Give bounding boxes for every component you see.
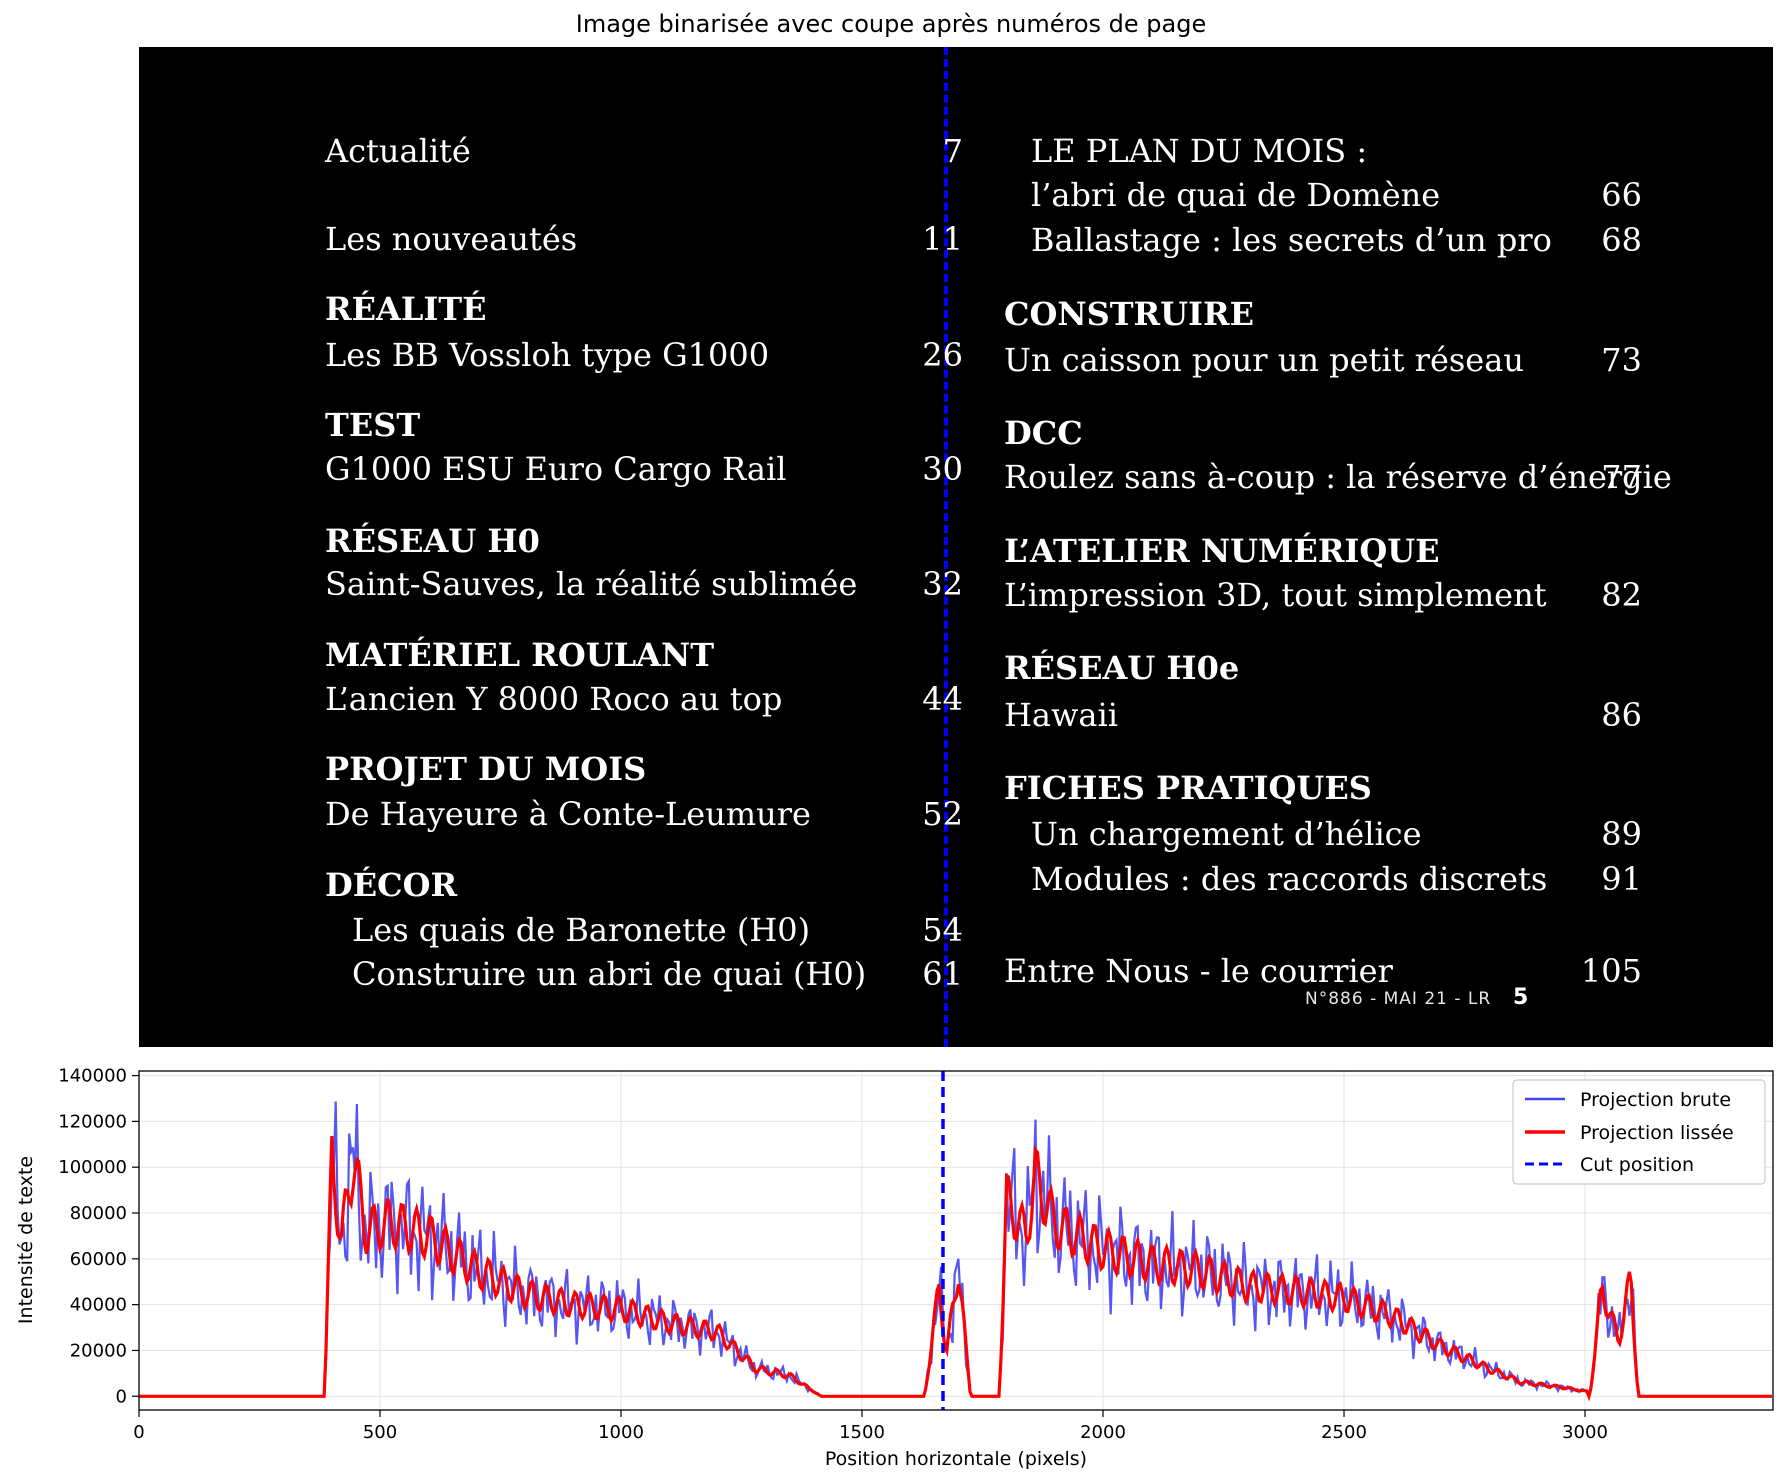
- toc-section-heading: TEST: [325, 406, 421, 444]
- footer-page-number: 5: [1513, 985, 1529, 1010]
- toc-entry-title: Modules : des raccords discrets: [1031, 860, 1548, 898]
- toc-page-number: 66: [1601, 176, 1642, 214]
- toc-page-number: 61: [922, 955, 963, 993]
- toc-section-heading: PROJET DU MOIS: [325, 750, 647, 788]
- legend: Projection brute Projection lissée Cut p…: [1512, 1079, 1766, 1185]
- cut-line-on-image: [944, 47, 948, 1047]
- y-tick-label: 80000: [70, 1203, 127, 1224]
- toc-page-number: 105: [1580, 952, 1642, 990]
- toc-page-number: 54: [922, 911, 963, 949]
- y-tick-label: 20000: [70, 1340, 127, 1361]
- toc-section-heading: CONSTRUIRE: [1004, 295, 1254, 333]
- toc-section-heading: MATÉRIEL ROULANT: [325, 636, 715, 674]
- toc-entry-title: Les quais de Baronette (H0): [352, 911, 811, 949]
- legend-smooth-label: Projection lissée: [1580, 1122, 1734, 1144]
- footer-issue-text: N°886 - MAI 21 - LR: [1305, 989, 1492, 1009]
- y-tick-label: 100000: [58, 1157, 127, 1178]
- data-lines: [139, 1071, 1772, 1410]
- series-projection-lissee: [139, 1136, 1772, 1402]
- toc-entry-title: Les BB Vossloh type G1000: [325, 336, 770, 374]
- toc-page-number: 89: [1601, 815, 1642, 853]
- axis-ticks: 0 500 1000 1500 2000 2500 3000 0 20000 40000 60000…: [58, 1066, 1608, 1443]
- x-tick-label: 2000: [1080, 1422, 1126, 1443]
- toc-page-number: 86: [1601, 696, 1642, 734]
- y-tick-label: 40000: [70, 1295, 127, 1316]
- toc-entry-title: LE PLAN DU MOIS :: [1031, 132, 1368, 170]
- legend-cut-label: Cut position: [1580, 1154, 1694, 1176]
- toc-entry-title: l’abri de quai de Domène: [1031, 176, 1441, 214]
- toc-entry-title: Entre Nous - le courrier: [1004, 952, 1393, 990]
- toc-entry-title: Un chargement d’hélice: [1031, 815, 1422, 853]
- toc-page-number: 7: [942, 132, 963, 170]
- toc-section-heading: RÉALITÉ: [325, 290, 487, 328]
- toc-entry-title: Ballastage : les secrets d’un pro: [1031, 221, 1552, 259]
- x-tick-label: 3000: [1562, 1422, 1608, 1443]
- toc-section-heading: DCC: [1004, 414, 1083, 452]
- legend-raw-label: Projection brute: [1580, 1089, 1731, 1111]
- toc-entry-title: Actualité: [325, 132, 471, 170]
- binarized-image: N°886 - MAI 21 - LR 5 Actualité 7 Les nouv…: [139, 47, 1773, 1047]
- y-axis-label: Intensité de texte: [15, 1156, 37, 1324]
- x-tick-label: 1000: [598, 1422, 644, 1443]
- y-tick-label: 140000: [58, 1066, 127, 1087]
- toc-entry-title: Saint-Sauves, la réalité sublimée: [325, 565, 858, 603]
- x-tick-label: 2500: [1321, 1422, 1367, 1443]
- toc-page-number: 11: [922, 220, 963, 258]
- toc-page-number: 52: [922, 795, 963, 833]
- x-tick-label: 0: [133, 1422, 144, 1443]
- toc-entry-title: Hawaii: [1004, 696, 1118, 734]
- figure-title: Image binarisée avec coupe après numéros…: [575, 10, 1207, 38]
- toc-page-number: 30: [922, 450, 963, 488]
- y-tick-label: 120000: [58, 1111, 127, 1132]
- toc-page-number: 68: [1601, 221, 1642, 259]
- toc-section-heading: DÉCOR: [325, 866, 458, 904]
- plot-frame: [138, 1070, 1774, 1411]
- toc-page-number: 91: [1601, 860, 1642, 898]
- toc-entry-title: Construire un abri de quai (H0): [352, 955, 867, 993]
- y-tick-label: 60000: [70, 1249, 127, 1270]
- toc-page-number: 26: [922, 336, 963, 374]
- toc-section-heading: FICHES PRATIQUES: [1004, 769, 1372, 807]
- toc-entry-title: De Hayeure à Conte-Leumure: [325, 795, 811, 833]
- x-tick-label: 500: [363, 1422, 397, 1443]
- y-tick-label: 0: [116, 1386, 127, 1407]
- toc-page-number: 73: [1601, 341, 1642, 379]
- toc-page-number: 32: [922, 565, 963, 603]
- toc-entry-title: L’impression 3D, tout simplement: [1004, 576, 1547, 614]
- x-tick-label: 1500: [839, 1422, 885, 1443]
- toc-section-heading: RÉSEAU H0e: [1004, 649, 1240, 687]
- legend-box: [1512, 1079, 1766, 1185]
- toc-section-heading: L’ATELIER NUMÉRIQUE: [1004, 532, 1440, 570]
- toc-section-heading: RÉSEAU H0: [325, 522, 540, 560]
- toc-page-number: 44: [922, 680, 963, 718]
- toc-entry-title: Un caisson pour un petit réseau: [1004, 341, 1524, 379]
- toc-entry-title: Les nouveautés: [325, 220, 578, 258]
- toc-entry-title: L’ancien Y 8000 Roco au top: [325, 680, 783, 718]
- toc-page-number: 77: [1601, 458, 1642, 496]
- toc-page-number: 82: [1601, 576, 1642, 614]
- grid: [138, 1071, 1773, 1410]
- series-projection-brute: [139, 1101, 1772, 1400]
- toc-entry-title: G1000 ESU Euro Cargo Rail: [325, 450, 787, 488]
- x-axis-label: Position horizontale (pixels): [825, 1448, 1087, 1470]
